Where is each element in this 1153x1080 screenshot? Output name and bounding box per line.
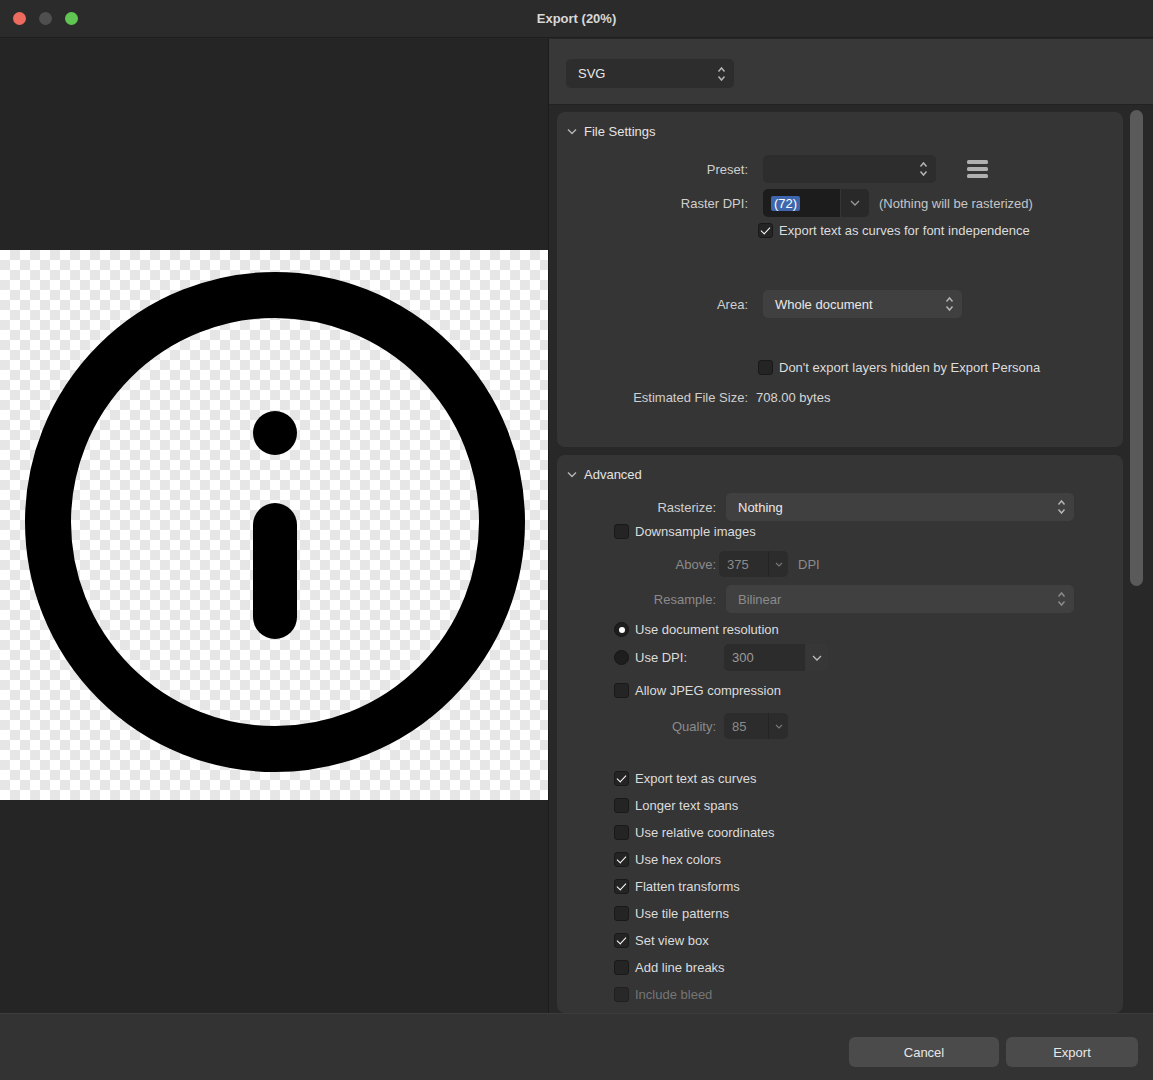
advanced-card: Advanced Rasterize: Nothing Downsample i… <box>557 455 1123 1013</box>
stepper-icon <box>945 297 954 312</box>
above-dpi-select[interactable]: 375 <box>719 551 788 577</box>
estimated-size-value: 708.00 bytes <box>756 390 830 405</box>
raster-dpi-combo[interactable]: (72) <box>763 189 869 217</box>
transparency-checkerboard <box>0 250 548 800</box>
area-label: Area: <box>557 297 748 312</box>
export-preview <box>0 39 548 1013</box>
export-text-as-curves-checkbox[interactable] <box>614 771 629 786</box>
chevron-down-icon <box>567 128 577 135</box>
use-dpi-combo[interactable]: 300 <box>724 644 828 671</box>
raster-dpi-value: (72) <box>771 196 800 211</box>
section-header-advanced[interactable]: Advanced <box>567 467 642 482</box>
use-hex-colors-checkbox[interactable] <box>614 852 629 867</box>
titlebar: Export (20%) <box>0 0 1153 38</box>
resample-label: Resample: <box>557 592 716 607</box>
section-header-file-settings[interactable]: File Settings <box>567 124 656 139</box>
dont-export-hidden-checkbox[interactable] <box>758 360 773 375</box>
dialog-footer: Cancel Export <box>0 1013 1153 1080</box>
stepper-icon <box>1057 500 1066 515</box>
info-icon <box>0 250 548 800</box>
window-title: Export (20%) <box>0 0 1153 38</box>
resample-select[interactable]: Bilinear <box>726 585 1074 613</box>
above-unit: DPI <box>798 557 820 572</box>
stepper-icon <box>717 66 726 81</box>
use-document-resolution-radio[interactable] <box>614 622 629 637</box>
export-text-curves-font-checkbox[interactable] <box>758 223 773 238</box>
format-select-value: SVG <box>578 66 605 81</box>
above-label: Above: <box>557 557 716 572</box>
add-line-breaks-checkbox[interactable] <box>614 960 629 975</box>
export-dialog: Export (20%) SVG File Settings <box>0 0 1153 1080</box>
use-relative-coordinates-checkbox[interactable] <box>614 825 629 840</box>
export-button[interactable]: Export <box>1006 1037 1138 1067</box>
format-strip: SVG <box>549 39 1153 105</box>
use-dpi-radio[interactable] <box>614 650 629 665</box>
use-dpi-dropdown-button[interactable] <box>806 644 828 671</box>
preset-label: Preset: <box>557 162 748 177</box>
allow-jpeg-compression-checkbox[interactable] <box>614 683 629 698</box>
preset-menu-icon[interactable] <box>967 160 988 178</box>
area-select[interactable]: Whole document <box>763 290 962 318</box>
chevron-down-icon <box>567 471 577 478</box>
rasterize-select[interactable]: Nothing <box>726 493 1074 521</box>
downsample-images-checkbox[interactable] <box>614 524 629 539</box>
stepper-icon <box>919 162 928 177</box>
use-tile-patterns-checkbox[interactable] <box>614 906 629 921</box>
raster-dpi-dropdown-button[interactable] <box>841 189 869 217</box>
stepper-icon <box>1057 592 1066 607</box>
raster-dpi-note: (Nothing will be rasterized) <box>879 196 1033 211</box>
longer-text-spans-checkbox[interactable] <box>614 798 629 813</box>
chevron-down-icon <box>769 562 788 567</box>
format-select[interactable]: SVG <box>566 59 734 88</box>
quality-select[interactable]: 85 <box>724 713 788 739</box>
file-settings-card: File Settings Preset: Raster DPI: (72) <box>557 112 1123 447</box>
estimated-size-label: Estimated File Size: <box>557 390 748 405</box>
settings-panel: SVG File Settings Preset: <box>548 39 1153 1013</box>
scrollbar-thumb[interactable] <box>1130 110 1143 586</box>
quality-label: Quality: <box>557 719 716 734</box>
chevron-down-icon <box>769 724 788 729</box>
rasterize-label: Rasterize: <box>557 500 716 515</box>
preset-select[interactable] <box>763 155 936 183</box>
set-view-box-checkbox[interactable] <box>614 933 629 948</box>
include-bleed-checkbox[interactable] <box>614 987 629 1002</box>
raster-dpi-label: Raster DPI: <box>557 196 748 211</box>
flatten-transforms-checkbox[interactable] <box>614 879 629 894</box>
cancel-button[interactable]: Cancel <box>849 1037 999 1067</box>
